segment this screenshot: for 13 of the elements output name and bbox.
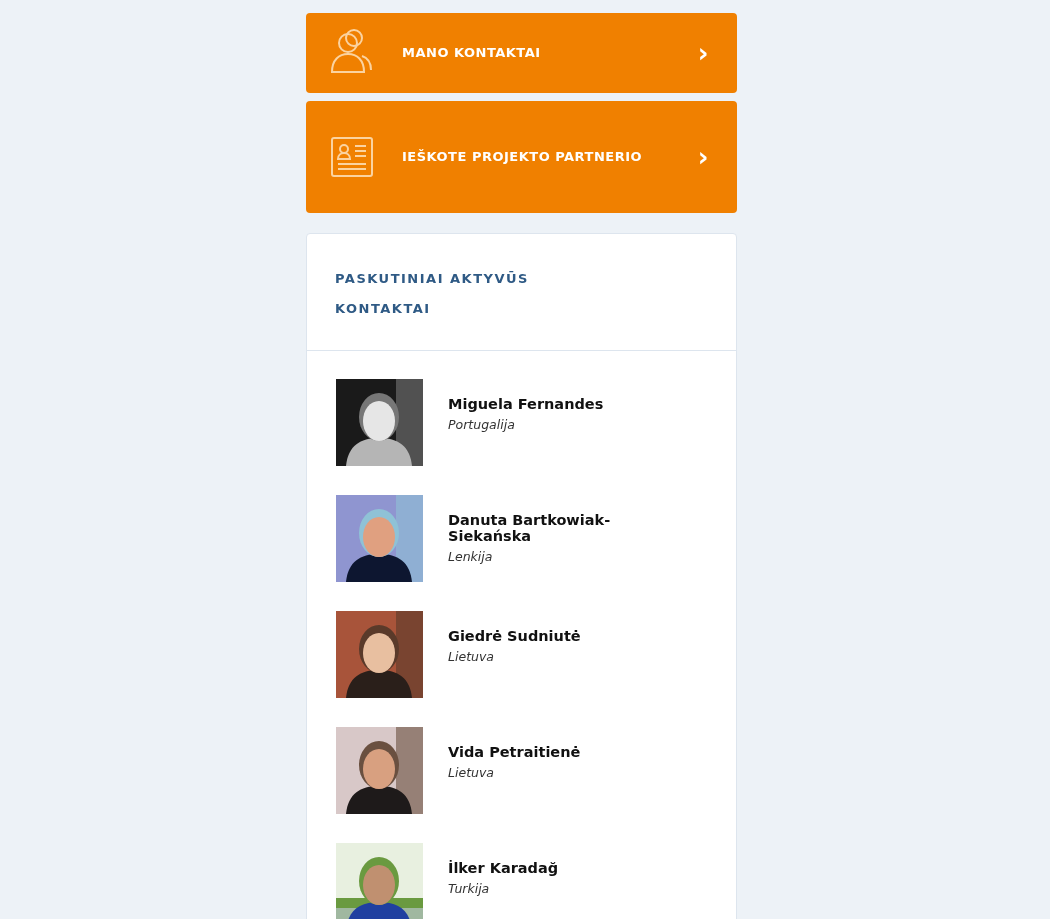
contact-name[interactable]: Vida Petraitienė	[448, 744, 668, 760]
contact-name[interactable]: Giedrė Sudniutė	[448, 628, 668, 644]
chevron-icon: ›	[697, 40, 709, 66]
contact-country: Lietuva	[448, 648, 495, 666]
contact-country: Turkija	[448, 880, 491, 898]
contact-country: Lenkija	[448, 548, 494, 566]
panel-title: PASKUTINIAI AKTYVŪS KONTAKTAI	[335, 270, 530, 318]
contact-name[interactable]: İlker Karadağ	[448, 860, 668, 876]
contact-country: Portugalija	[448, 416, 516, 434]
contact-country: Lietuva	[448, 764, 495, 782]
chevron-icon: ›	[697, 144, 709, 170]
contact-name[interactable]: Danuta Bartkowiak-Siekańska	[448, 512, 668, 544]
contact-name[interactable]: Miguela Fernandes	[448, 396, 668, 412]
